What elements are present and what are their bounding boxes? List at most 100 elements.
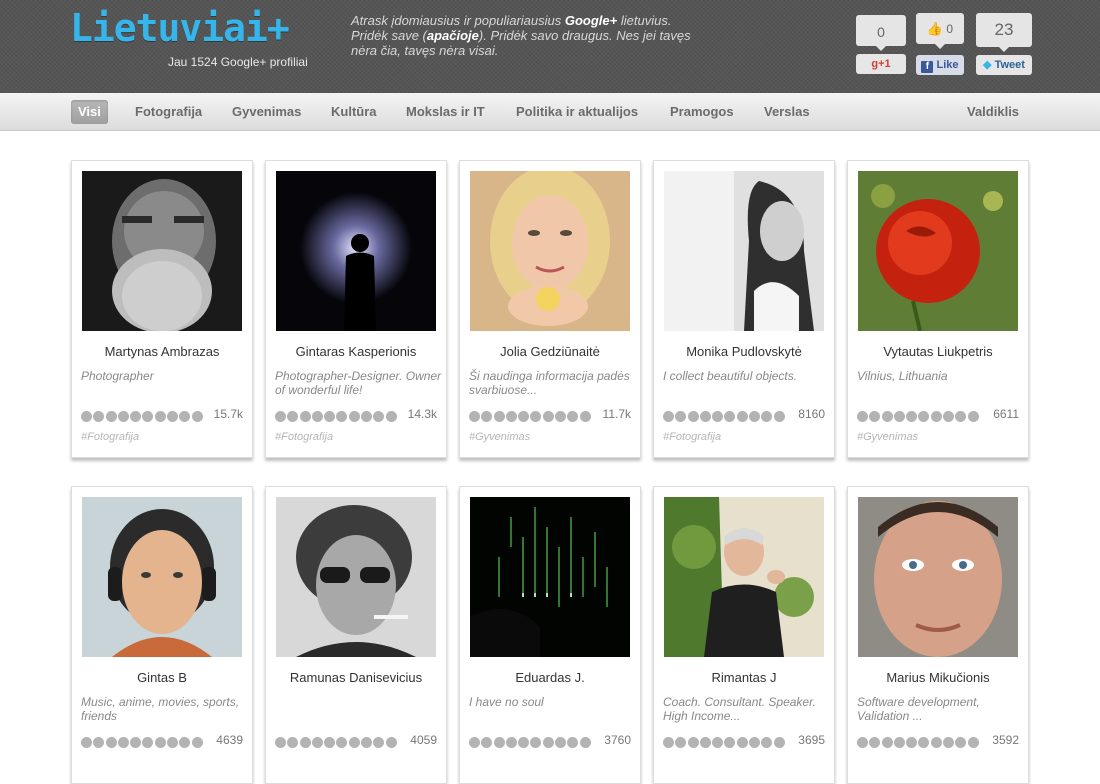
nav-item-verslas[interactable]: Verslas [757,100,817,124]
profile-card[interactable]: Vytautas Liukpetris Vilnius, Lithuania 6… [847,160,1029,458]
gplus-share: 0 g+1 [856,15,906,74]
rating-dots [469,734,592,749]
rating-dot [130,737,142,749]
profile-name[interactable]: Ramunas Danisevicius [266,670,446,685]
gplus-button[interactable]: g+1 [856,54,906,74]
nav-item-gyvenimas[interactable]: Gyvenimas [225,100,308,124]
nav-item-visi[interactable]: Visi [71,100,108,124]
rating-dot [675,411,687,423]
profile-card[interactable]: Jolia Gedziūnaitė Ši naudinga informacij… [459,160,641,458]
profile-photo[interactable] [82,171,242,331]
rating-dot [311,411,323,423]
profile-card[interactable]: Martynas Ambrazas Photographer 15.7k #Fo… [71,160,253,458]
profile-photo[interactable] [82,497,242,657]
rating-dot [712,411,724,423]
rating-dots [663,734,786,749]
profile-description: Music, anime, movies, sports, friends [81,695,240,723]
category-tag[interactable]: #Fotografija [663,431,721,443]
nav-item-pramogos[interactable]: Pramogos [663,100,741,124]
rating-dot [81,411,92,423]
facebook-like-button[interactable]: f Like [916,55,964,75]
site-logo[interactable]: Lietuviai+ [70,6,290,50]
rating-dot [736,737,748,749]
facebook-icon: f [921,61,934,73]
profile-name[interactable]: Marius Mikučionis [848,670,1028,685]
twitter-bird-icon: ◆ [983,59,992,71]
rating-dot [191,411,203,423]
profile-photo[interactable] [664,171,824,331]
rating-dot [469,411,480,423]
rating-dot [663,737,674,749]
profile-photo[interactable] [276,497,436,657]
profile-description: Ši naudinga informacija padės svarbiuose… [469,369,630,397]
profile-description: Software development, Validation ... [857,695,980,723]
follower-count: 8160 [798,407,825,421]
nav-item-fotografija[interactable]: Fotografija [128,100,209,124]
category-tag[interactable]: #Gyvenimas [857,431,918,443]
rating-dot [81,737,92,749]
rating-dot [857,737,868,749]
rating-dot [530,411,542,423]
profile-card[interactable]: Marius Mikučionis Software development, … [847,486,1029,784]
rating-dot [518,737,530,749]
profile-photo[interactable] [470,497,630,657]
rating-dots [81,408,204,423]
rating-dot [179,411,191,423]
profile-photo[interactable] [858,497,1018,657]
profile-count: Jau 1524 Google+ profiliai [168,55,308,69]
profile-description: Photographer-Designer. Owner of wonderfu… [275,369,442,397]
profile-photo[interactable] [470,171,630,331]
profile-card[interactable]: Rimantas J Coach. Consultant. Speaker. H… [653,486,835,784]
rating-dot [687,737,699,749]
profile-name[interactable]: Eduardas J. [460,670,640,685]
category-tag[interactable]: #Gyvenimas [469,431,530,443]
profile-card[interactable]: Gintas B Music, anime, movies, sports, f… [71,486,253,784]
rating-dot [749,411,761,423]
follower-count: 14.3k [407,407,437,421]
nav-item-kultura[interactable]: Kultūra [324,100,384,124]
category-tag[interactable]: #Fotografija [81,431,139,443]
rating-dot [918,737,930,749]
nav-item-valdiklis[interactable]: Valdiklis [960,100,1026,124]
profile-name[interactable]: Martynas Ambrazas [72,344,252,359]
rating-dot [142,411,154,423]
profile-card[interactable]: Eduardas J. I have no soul 3760 [459,486,641,784]
rating-dots [663,408,786,423]
nav-item-politika[interactable]: Politika ir aktualijos [509,100,645,124]
profile-name[interactable]: Gintas B [72,670,252,685]
rating-dot [857,411,868,423]
profile-card[interactable]: Monika Pudlovskytė I collect beautiful o… [653,160,835,458]
profile-name[interactable]: Vytautas Liukpetris [848,344,1028,359]
profile-photo[interactable] [858,171,1018,331]
profile-photo[interactable] [276,171,436,331]
profile-description: I have no soul [469,695,544,709]
follower-count: 4639 [216,733,243,747]
profile-description: Vilnius, Lithuania [857,369,948,383]
category-tag[interactable]: #Fotografija [275,431,333,443]
profile-name[interactable]: Jolia Gedziūnaitė [460,344,640,359]
profile-name[interactable]: Gintaras Kasperionis [266,344,446,359]
rating-dot [918,411,930,423]
rating-dot [761,411,773,423]
facebook-share: 👍 0 f Like [916,13,964,75]
nav-item-mokslas-ir-it[interactable]: Mokslas ir IT [399,100,492,124]
rating-dot [287,411,299,423]
profile-name[interactable]: Monika Pudlovskytė [654,344,834,359]
rating-dots [857,408,980,423]
profile-name[interactable]: Rimantas J [654,670,834,685]
gplus-count: 0 [856,15,906,51]
tweet-button[interactable]: ◆ Tweet [976,55,1032,75]
profile-photo[interactable] [664,497,824,657]
rating-dot [699,737,711,749]
rating-dot [724,737,736,749]
profile-card[interactable]: Ramunas Danisevicius 4059 [265,486,447,784]
rating-dot [955,411,967,423]
rating-dot [579,411,591,423]
profile-card[interactable]: Gintaras Kasperionis Photographer-Design… [265,160,447,458]
follower-count: 3760 [604,733,631,747]
rating-dot [542,411,554,423]
site-header: Lietuviai+ Jau 1524 Google+ profiliai At… [0,0,1100,93]
profile-description: Photographer [81,369,154,383]
rating-dot [530,737,542,749]
rating-dot [154,737,166,749]
